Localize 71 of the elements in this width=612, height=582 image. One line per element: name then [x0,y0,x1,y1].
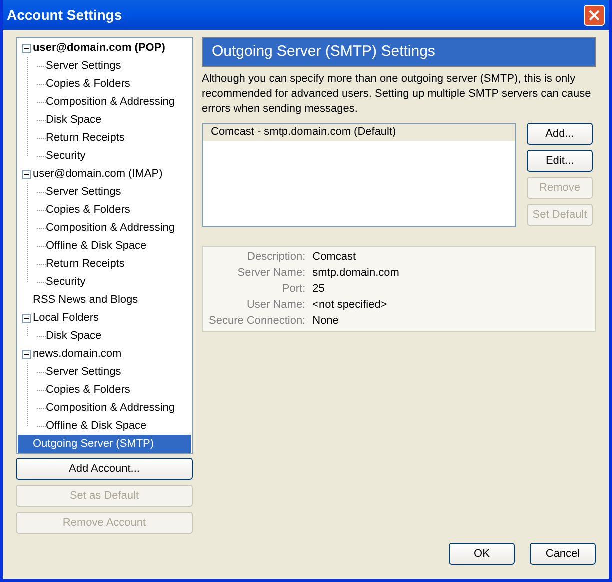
tree-row[interactable]: Return Receipts [18,255,191,273]
collapse-icon[interactable] [22,314,31,322]
tree-item-label: Disk Space [46,328,102,344]
tree-row[interactable]: Server Settings [18,183,191,201]
collapse-icon[interactable] [22,170,31,178]
detail-label: Secure Connection: [209,314,306,329]
close-icon [589,10,600,20]
tree-item-label: Composition & Addressing [46,94,176,110]
server-list-item[interactable]: Comcast - smtp.domain.com (Default) [203,124,515,141]
tree-row[interactable]: Composition & Addressing [18,93,191,111]
tree-row[interactable]: Composition & Addressing [18,399,191,417]
window-title: Account Settings [7,6,122,25]
tree-item-label: news.domain.com [33,346,122,362]
tree-row[interactable]: Copies & Folders [18,201,191,219]
button[interactable]: Add... [527,123,593,145]
tree-item-label: Copies & Folders [46,76,130,92]
collapse-icon[interactable] [22,350,31,358]
tree-item-label: Server Settings [46,58,122,74]
button[interactable]: Cancel [530,543,596,565]
tree-row[interactable]: user@domain.com (POP) [18,39,191,57]
tree-row[interactable]: Disk Space [18,327,191,345]
tree-item-label: Return Receipts [46,130,125,146]
tree-item-label: Server Settings [46,364,122,380]
tree-item-label: Composition & Addressing [46,400,176,416]
button[interactable]: OK [449,543,515,565]
tree-item-label: Copies & Folders [46,382,130,398]
tree-row[interactable]: Composition & Addressing [18,219,191,237]
tree-row[interactable]: Server Settings [18,57,191,75]
tree-item-label: Offline & Disk Space [46,238,147,254]
detail-label: Port: [281,282,306,297]
tree-item-label: Outgoing Server (SMTP) [33,436,154,452]
tree-item-label: user@domain.com (POP) [33,40,166,56]
detail-label: User Name: [246,298,306,313]
button[interactable]: Edit... [527,150,593,172]
close-button[interactable] [584,4,605,26]
detail-value: 25 [312,282,326,297]
tree-item-label: Security [46,148,86,164]
tree-row[interactable]: Copies & Folders [18,75,191,93]
tree-row[interactable]: Server Settings [18,363,191,381]
button[interactable]: Add Account... [16,458,193,480]
tree-item-label: RSS News and Blogs [33,292,138,308]
detail-value: None [312,314,340,329]
tree-item-label: Copies & Folders [46,202,130,218]
panel-title: Outgoing Server (SMTP) Settings [212,42,436,62]
tree-row[interactable]: Local Folders [18,309,191,327]
detail-label: Server Name: [236,266,306,281]
tree-row[interactable]: Security [18,273,191,291]
tree-item-label: user@domain.com (IMAP) [33,166,163,182]
tree-row[interactable]: Security [18,147,191,165]
detail-label: Description: [246,250,306,265]
tree-row[interactable]: user@domain.com (IMAP) [18,165,191,183]
tree-row[interactable]: Disk Space [18,111,191,129]
detail-value: <not specified> [312,298,388,313]
tree-row[interactable]: Offline & Disk Space [18,417,191,435]
tree-item-label: Offline & Disk Space [46,418,147,434]
detail-value: smtp.domain.com [312,266,400,281]
tree-row[interactable]: RSS News and Blogs [18,291,191,309]
tree-item-label: Composition & Addressing [46,220,176,236]
tree-item-label: Local Folders [33,310,100,326]
tree-row[interactable]: Outgoing Server (SMTP) [18,435,191,453]
tree-item-label: Security [46,274,86,290]
tree-item-label: Server Settings [46,184,122,200]
description-text: Although you can specify more than one outgoing server (SMTP), this is only recommended for advanced users. Setting up multiple SMTP servers can cause errors when sending messages. [202,72,592,117]
collapse-icon[interactable] [22,44,31,52]
tree-item-label: Disk Space [46,112,102,128]
tree-row[interactable]: news.domain.com [18,345,191,363]
tree-row[interactable]: Offline & Disk Space [18,237,191,255]
detail-value: Comcast [312,250,358,265]
tree-row[interactable]: Copies & Folders [18,381,191,399]
tree-row[interactable]: Return Receipts [18,129,191,147]
tree-item-label: Return Receipts [46,256,125,272]
